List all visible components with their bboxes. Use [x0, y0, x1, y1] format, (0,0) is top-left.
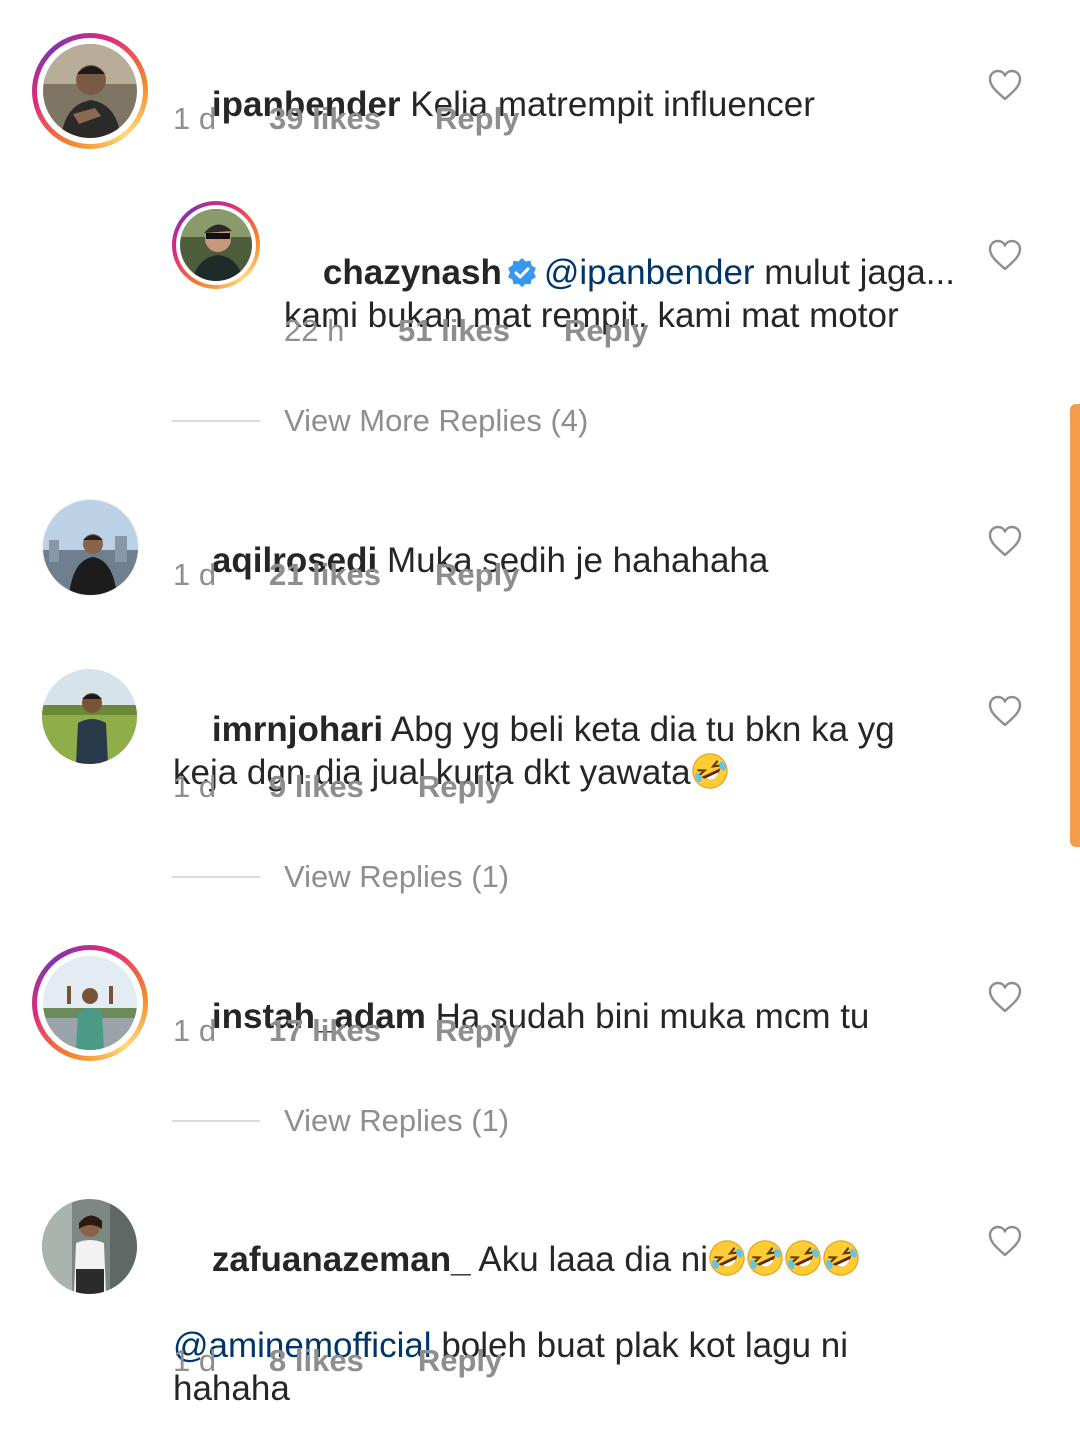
view-replies-label[interactable]: View Replies (1) [284, 1103, 509, 1139]
comment-meta: 1 d 39 likes Reply [173, 101, 519, 137]
avatar-photo [43, 44, 137, 138]
heart-icon[interactable] [988, 695, 1022, 727]
view-replies-label[interactable]: View Replies (1) [284, 859, 509, 895]
laughing-emoji-icon [746, 1239, 784, 1277]
comment-text: imrnjohari Abg yg beli keta dia tu bkn k… [173, 665, 963, 837]
comment-zafuanazeman: zafuanazeman_ Aku laaa dia ni @aminemoff… [0, 1180, 1080, 1408]
avatar[interactable] [180, 209, 252, 281]
laughing-emoji-icon [708, 1239, 746, 1277]
avatar-photo [43, 500, 138, 595]
laughing-emoji-icon [784, 1239, 822, 1277]
comment-time: 1 d [173, 769, 217, 804]
comment-likes[interactable]: 9 likes [269, 769, 364, 805]
reply-chazynash: chazynash @ipanbender mulut jaga... kami … [0, 170, 1080, 390]
comment-body: Aku laaa dia ni [478, 1240, 709, 1279]
comment-meta: 1 d 21 likes Reply [173, 557, 519, 593]
comment-likes[interactable]: 8 likes [269, 1343, 364, 1379]
reply-button[interactable]: Reply [435, 101, 519, 137]
comment-ipanbender: ipanbender Kelia matrempit influencer 1 … [0, 0, 1080, 170]
view-replies-label[interactable]: View More Replies (4) [284, 403, 588, 439]
laughing-emoji-icon [822, 1239, 860, 1277]
comment-likes[interactable]: 17 likes [269, 1013, 381, 1049]
heart-icon[interactable] [988, 981, 1022, 1013]
avatar[interactable] [43, 956, 137, 1050]
reply-button[interactable]: Reply [564, 313, 648, 349]
avatar-photo [42, 1199, 137, 1294]
view-replies-button[interactable]: View Replies (1) [172, 1100, 509, 1142]
reply-button[interactable]: Reply [435, 1013, 519, 1049]
avatar-photo [42, 669, 137, 764]
heart-icon[interactable] [988, 239, 1022, 271]
mention-link[interactable]: @ipanbender [544, 253, 755, 292]
heart-icon[interactable] [988, 69, 1022, 101]
heart-icon[interactable] [988, 1225, 1022, 1257]
avatar-photo [180, 209, 252, 281]
comment-time: 1 d [173, 101, 217, 136]
divider-line [172, 1120, 260, 1122]
comment-username[interactable]: zafuanazeman_ [212, 1240, 471, 1279]
comment-text: zafuanazeman_ Aku laaa dia ni @aminemoff… [173, 1195, 963, 1453]
divider-line [172, 420, 260, 422]
scrollbar[interactable] [1070, 404, 1080, 847]
comment-meta: 1 d 8 likes Reply [173, 1343, 502, 1379]
reply-button[interactable]: Reply [418, 769, 502, 805]
comment-meta: 1 d 17 likes Reply [173, 1013, 519, 1049]
verified-badge-icon [507, 258, 536, 288]
comment-time: 22 h [284, 313, 345, 348]
comment-text: chazynash @ipanbender mulut jaga... kami … [284, 208, 964, 380]
avatar-photo [43, 956, 137, 1050]
laughing-emoji-icon [691, 752, 729, 790]
view-more-replies-button[interactable]: View More Replies (4) [172, 400, 588, 442]
comment-meta: 1 d 9 likes Reply [173, 769, 502, 805]
divider-line [172, 876, 260, 878]
avatar[interactable] [43, 44, 137, 138]
comment-username[interactable]: imrnjohari [212, 710, 383, 749]
comment-instah-adam: instah_adam Ha sudah bini muka mcm tu 1 … [0, 930, 1080, 1090]
comment-meta: 22 h 51 likes Reply [284, 313, 648, 349]
comment-time: 1 d [173, 557, 217, 592]
comment-time: 1 d [173, 1013, 217, 1048]
avatar[interactable] [42, 499, 139, 596]
comment-likes[interactable]: 21 likes [269, 557, 381, 593]
comment-time: 1 d [173, 1343, 217, 1378]
avatar[interactable] [42, 669, 137, 764]
comment-likes[interactable]: 51 likes [398, 313, 510, 349]
comment-imrnjohari: imrnjohari Abg yg beli keta dia tu bkn k… [0, 650, 1080, 850]
comment-aqilrosedi: aqilrosedi Muka sedih je hahahaha 1 d 21… [0, 480, 1080, 640]
comment-username[interactable]: chazynash [323, 253, 502, 292]
avatar[interactable] [42, 1199, 137, 1294]
heart-icon[interactable] [988, 525, 1022, 557]
reply-button[interactable]: Reply [435, 557, 519, 593]
view-replies-button[interactable]: View Replies (1) [172, 856, 509, 898]
reply-button[interactable]: Reply [418, 1343, 502, 1379]
comment-likes[interactable]: 39 likes [269, 101, 381, 137]
